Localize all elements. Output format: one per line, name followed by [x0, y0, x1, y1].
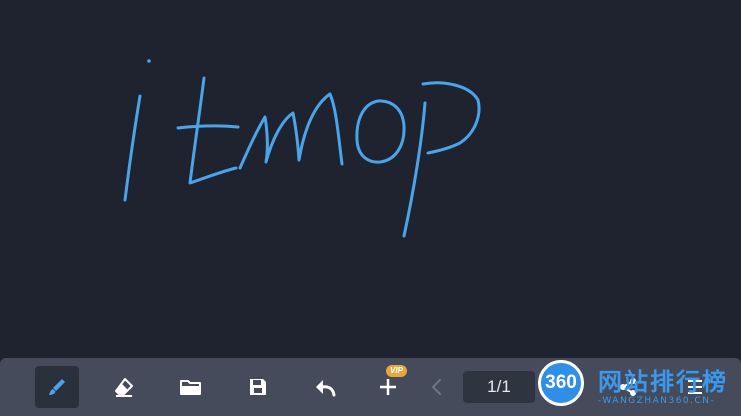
stroke-i-dot — [147, 59, 151, 63]
eraser-button[interactable] — [102, 366, 146, 408]
brush-button[interactable] — [35, 366, 79, 408]
watermark: 360 网站排行榜 -WANGZHAN360.CN- — [530, 358, 741, 416]
vip-badge: VIP — [386, 365, 407, 377]
handwriting-strokes — [123, 59, 481, 238]
watermark-logo: 360 — [538, 360, 584, 406]
open-folder-button[interactable] — [169, 366, 213, 408]
stroke-t-vertical — [188, 76, 238, 185]
eraser-icon — [113, 376, 135, 398]
stroke-t-cross — [176, 124, 240, 130]
undo-icon — [313, 376, 337, 398]
previous-page-button[interactable] — [415, 366, 459, 408]
drawing-canvas[interactable] — [0, 0, 741, 358]
stroke-i — [123, 94, 142, 202]
folder-icon — [179, 376, 203, 398]
watermark-title: 网站排行榜 — [598, 368, 728, 396]
chevron-left-icon — [429, 376, 445, 398]
stroke-o — [355, 99, 406, 164]
undo-button[interactable] — [303, 366, 347, 408]
save-icon — [247, 376, 269, 398]
plus-icon — [377, 376, 399, 398]
stroke-m — [238, 92, 344, 170]
save-button[interactable] — [236, 366, 280, 408]
stroke-p-stem — [402, 101, 427, 238]
stroke-p-bowl — [421, 81, 481, 155]
watermark-subtitle: -WANGZHAN360.CN- — [598, 396, 716, 406]
page-indicator: 1/1 — [463, 371, 535, 403]
brush-icon — [46, 376, 68, 398]
